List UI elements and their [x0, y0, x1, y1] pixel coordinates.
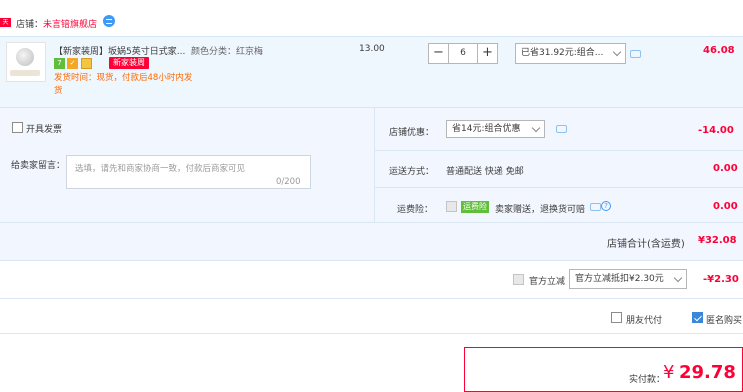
shop-prefix: 店铺：: [16, 20, 44, 30]
insurance-text: 卖家赠送，退换货可赔: [495, 205, 586, 215]
invoice-label: 开具发票: [26, 125, 63, 135]
official-discount-text: 官方立减抵扣¥2.30元: [575, 274, 664, 284]
message-icon[interactable]: [556, 125, 567, 133]
product-sku: 颜色分类：红京梅: [191, 47, 264, 57]
item-promo-select[interactable]: 已省31.92元:组合...: [515, 43, 626, 64]
official-discount-label: 官方立减: [529, 277, 566, 287]
divider: [374, 150, 743, 151]
shipping-note: 发货时间：现货，付款后48小时内发货: [54, 73, 193, 96]
promo-badge: 新家装周: [109, 57, 149, 69]
quantity-input[interactable]: 6: [449, 44, 477, 63]
shop-discount-amount: -14.00: [698, 125, 734, 136]
item-total: 46.08: [703, 45, 735, 56]
options-divider: [374, 108, 375, 223]
insurance-tag: 运费险: [461, 201, 489, 213]
delivery-label: 运送方式：: [389, 167, 435, 177]
message-label: 给卖家留言：: [11, 161, 66, 171]
chevron-down-icon: [531, 123, 541, 133]
product-image-base: [10, 70, 40, 76]
delivery-method: 普通配送 快递 免邮: [446, 167, 524, 177]
increment-button[interactable]: +: [477, 44, 497, 63]
insurance-label: 运费险：: [397, 205, 434, 215]
shop-name[interactable]: 店铺：未言锫旗舰店: [16, 17, 97, 30]
guarantee-icon[interactable]: ✓: [67, 58, 78, 69]
anonymous-checkbox[interactable]: [692, 312, 703, 323]
quantity-stepper: − 6 +: [428, 43, 498, 64]
chevron-down-icon: [612, 47, 622, 57]
tmall-badge: 天猫: [0, 18, 11, 35]
message-placeholder: 选填，请先和商家协商一致，付款后商家可见: [75, 164, 246, 174]
chevron-down-icon: [673, 273, 683, 283]
unit-price: 13.00: [359, 44, 385, 54]
shop-discount-value-text: 省14元:组合优惠: [452, 124, 521, 134]
invoice-checkbox[interactable]: [12, 122, 23, 133]
friend-pay-checkbox[interactable]: [611, 312, 622, 323]
official-discount-checkbox[interactable]: [513, 274, 524, 285]
decrement-button[interactable]: −: [429, 44, 449, 63]
insurance-fee: 0.00: [713, 201, 738, 212]
delivery-fee: 0.00: [713, 163, 738, 174]
card-icon[interactable]: [81, 58, 92, 69]
shop-discount-select[interactable]: 省14元:组合优惠: [446, 120, 545, 138]
anonymous-label: 匿名购买: [706, 316, 743, 326]
product-title[interactable]: 【新家装周】坂娲5英寸日式家...: [54, 44, 185, 57]
shop-total-label: 店铺合计(含运费): [607, 239, 685, 250]
insurance-checkbox[interactable]: [446, 201, 457, 212]
shop-link[interactable]: 未言锫旗舰店: [43, 20, 97, 30]
divider: [374, 187, 743, 188]
payment-label: 实付款：: [629, 375, 666, 385]
shop-discount-label: 店铺优惠：: [389, 128, 435, 138]
official-discount-amount: -¥2.30: [703, 274, 739, 285]
currency-symbol: ¥: [663, 362, 675, 383]
help-icon[interactable]: ?: [601, 201, 611, 211]
divider: [0, 333, 743, 334]
shop-total-value: ¥32.08: [698, 235, 737, 246]
item-promo-value: 已省31.92元:组合...: [521, 48, 604, 58]
product-image-ball: [16, 48, 34, 66]
tmall-7day-icon[interactable]: 7: [54, 58, 65, 69]
payment-amount: 29.78: [679, 362, 736, 383]
message-char-count: 0/200: [276, 177, 301, 187]
official-discount-select[interactable]: 官方立减抵扣¥2.30元: [569, 269, 687, 289]
divider: [0, 298, 743, 299]
message-icon[interactable]: [590, 203, 601, 211]
message-icon[interactable]: [630, 50, 641, 58]
chat-icon[interactable]: [103, 15, 115, 27]
friend-pay-label: 朋友代付: [626, 316, 663, 326]
